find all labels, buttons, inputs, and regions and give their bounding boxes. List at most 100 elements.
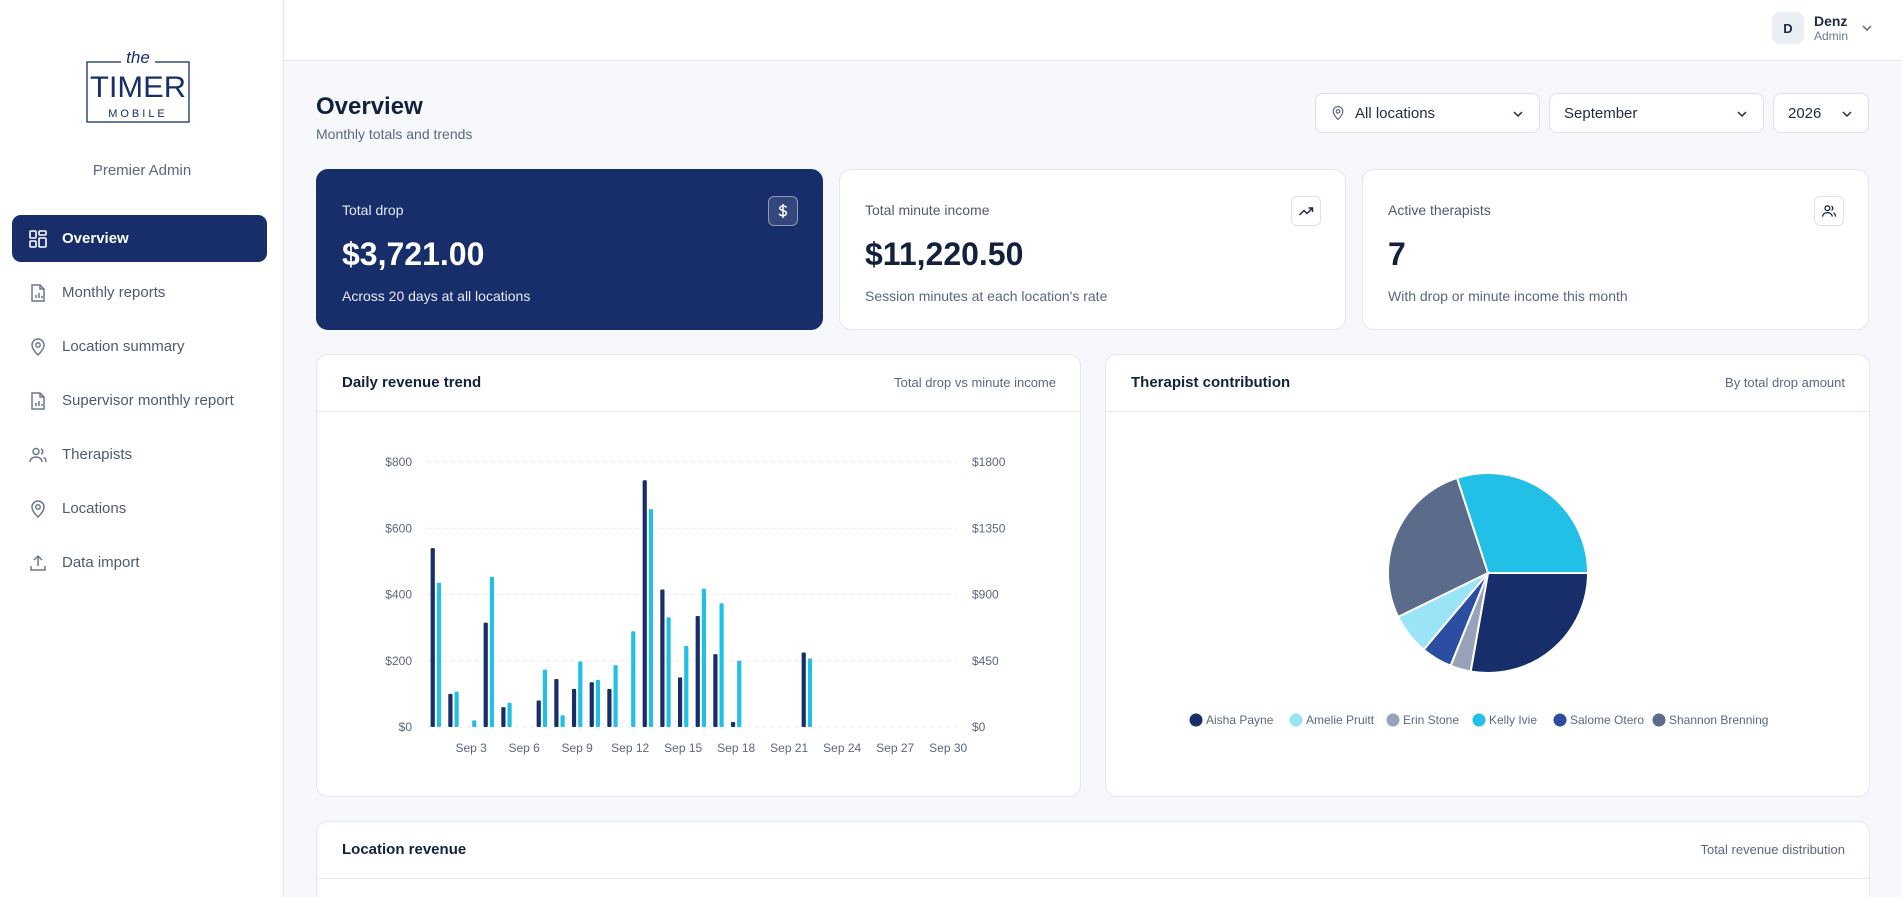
upload-icon	[30, 554, 46, 571]
bar-total-drop	[589, 682, 594, 727]
bar-minute-income	[613, 665, 618, 727]
bar-minute-income	[684, 646, 689, 727]
sidebar-item-location-summary[interactable]: Location summary	[12, 323, 267, 370]
x-tick-label: Sep 9	[561, 741, 593, 755]
y-left-tick-label: $0	[399, 720, 413, 734]
report-icon	[31, 283, 45, 302]
y-right-tick-label: $900	[972, 588, 999, 602]
panel-note: Total drop vs minute income	[894, 375, 1056, 390]
logo-word-bottom: MOBILE	[108, 108, 168, 120]
bar-total-drop	[483, 622, 488, 727]
location-select[interactable]: All locations	[1315, 93, 1540, 133]
avatar: D	[1771, 12, 1804, 44]
y-left-tick-label: $800	[385, 455, 412, 469]
stat-card-total-drop: Total drop $3,721.00 Across 20 days at a…	[316, 169, 823, 330]
bar-total-drop	[660, 589, 665, 727]
bar-total-drop	[801, 652, 806, 727]
bar-total-drop	[536, 700, 541, 727]
sidebar-item-label: Overview	[62, 230, 129, 247]
panel-title: Daily revenue trend	[342, 374, 482, 391]
map-pin-icon	[1332, 106, 1344, 121]
y-right-tick-label: $0	[972, 720, 986, 734]
bar-total-drop	[448, 693, 453, 727]
stat-card-active-therapists: Active therapists 7 With drop or minute …	[1362, 169, 1869, 330]
x-tick-label: Sep 18	[717, 741, 755, 755]
sidebar-nav: Overview Monthly reports Location summar…	[12, 215, 267, 593]
pie-slice	[1469, 572, 1590, 674]
bar-minute-income	[507, 702, 512, 727]
bar-total-drop	[571, 688, 577, 727]
stat-value: $11,220.50	[865, 236, 1024, 272]
map-pin-icon	[31, 337, 45, 356]
bar-total-drop	[501, 707, 506, 727]
panel-title: Therapist contribution	[1131, 374, 1291, 391]
legend-swatch	[1189, 713, 1203, 727]
bar-minute-income	[807, 658, 813, 727]
logo-word-main: TIMER	[90, 71, 186, 104]
stat-card-minute-income: Total minute income $11,220.50 Session m…	[839, 169, 1346, 330]
x-tick-label: Sep 24	[823, 741, 861, 755]
bar-minute-income	[560, 715, 565, 727]
stat-label: Total drop	[342, 202, 404, 218]
legend-swatch	[1652, 713, 1666, 727]
sidebar-item-overview[interactable]: Overview	[12, 215, 267, 262]
legend-label: Amelie Pruitt	[1306, 713, 1375, 727]
revenue-trend-panel: Daily revenue trend Total drop vs minute…	[316, 354, 1081, 797]
stat-note: Session minutes at each location's rate	[865, 288, 1108, 304]
bar-minute-income	[631, 631, 636, 727]
sidebar-item-locations[interactable]: Locations	[12, 485, 267, 532]
y-right-tick-label: $1800	[972, 455, 1006, 469]
bar-total-drop	[554, 678, 559, 727]
chevron-down-icon	[1513, 111, 1523, 118]
panel-note: Total revenue distribution	[1700, 842, 1845, 857]
x-tick-label: Sep 15	[664, 741, 702, 755]
y-left-tick-label: $600	[385, 521, 412, 535]
revenue-bar-chart: $0 $0 $200 $450 $400 $900 $600 $1350 $800 $1800 Se…	[385, 455, 1006, 755]
grid-icon	[29, 229, 47, 248]
logo-word-top: the	[126, 50, 150, 67]
y-right-tick-label: $450	[972, 654, 999, 668]
bar-total-drop	[730, 722, 736, 727]
chevron-down-icon	[1737, 111, 1747, 118]
sidebar-item-therapists[interactable]: Therapists	[12, 431, 267, 478]
bar-total-drop	[695, 616, 700, 727]
bar-minute-income	[472, 720, 477, 727]
bar-minute-income	[701, 588, 707, 727]
sidebar-item-data-import[interactable]: Data import	[12, 539, 267, 586]
bar-minute-income	[719, 603, 724, 727]
chevron-down-icon	[1862, 25, 1872, 32]
sidebar-item-label: Location summary	[62, 338, 185, 355]
chevron-down-icon	[1842, 111, 1852, 118]
users-icon	[1814, 196, 1844, 226]
location-select-value: All locations	[1355, 104, 1436, 122]
month-select-value: September	[1564, 104, 1638, 122]
page-subtitle: Monthly totals and trends	[316, 126, 473, 142]
stat-label: Total minute income	[865, 202, 990, 218]
x-tick-label: Sep 6	[508, 741, 540, 755]
bar-minute-income	[542, 669, 548, 727]
x-tick-label: Sep 12	[611, 741, 649, 755]
bar-minute-income	[454, 691, 459, 727]
stat-note: Across 20 days at all locations	[342, 288, 531, 304]
month-select[interactable]: September	[1549, 93, 1764, 133]
legend-swatch	[1553, 713, 1567, 727]
therapist-contribution-panel: Therapist contribution By total drop amo…	[1105, 354, 1870, 797]
bar-minute-income	[648, 509, 654, 727]
sidebar-item-label: Monthly reports	[62, 284, 166, 301]
sidebar-item-supervisor-monthly-report[interactable]: Supervisor monthly report	[12, 377, 267, 424]
stat-value: 7	[1388, 236, 1406, 272]
therapist-pie-chart: Aisha Payne Amelie Pruitt Erin Stone Kelly …	[1189, 472, 1768, 727]
sidebar-subtitle: Premier Admin	[92, 162, 192, 179]
sidebar-item-monthly-reports[interactable]: Monthly reports	[12, 269, 267, 316]
user-role: Admin	[1813, 28, 1848, 43]
panel-title: Location revenue	[342, 841, 467, 858]
legend-swatch	[1386, 713, 1400, 727]
bar-minute-income	[666, 617, 671, 727]
legend-label: Shannon Brenning	[1669, 713, 1768, 727]
year-select[interactable]: 2026	[1773, 93, 1869, 133]
user-menu[interactable]: D Denz Admin	[1771, 12, 1874, 44]
bar-minute-income	[489, 576, 495, 727]
legend-label: Erin Stone	[1403, 713, 1459, 727]
stat-note: With drop or minute income this month	[1388, 288, 1628, 304]
legend-swatch	[1472, 713, 1486, 727]
